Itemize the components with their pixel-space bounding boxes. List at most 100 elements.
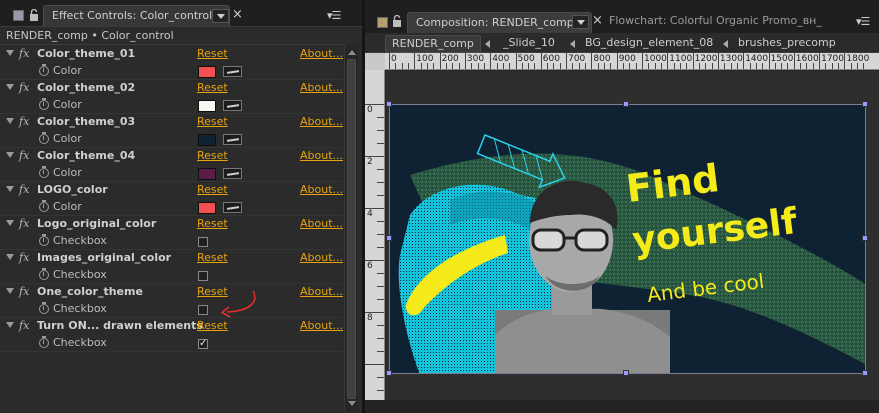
reset-link[interactable]: Reset	[197, 217, 228, 230]
stopwatch-icon[interactable]	[39, 200, 49, 212]
reset-link[interactable]: Reset	[197, 115, 228, 128]
resize-handle[interactable]	[623, 370, 629, 376]
fx-icon[interactable]: fx	[19, 115, 29, 128]
composition-frame[interactable]: Find yourself And be cool	[389, 104, 866, 374]
about-link[interactable]: About...	[300, 285, 343, 298]
about-link[interactable]: About...	[300, 319, 343, 332]
effect-row[interactable]: fx Images_original_color Reset About...	[0, 250, 343, 267]
reset-link[interactable]: Reset	[197, 149, 228, 162]
stopwatch-icon[interactable]	[39, 336, 49, 348]
tab-effect-controls[interactable]: Effect Controls: Color_control	[43, 5, 230, 26]
vertical-ruler[interactable]: 0 2 4 6 8	[365, 70, 385, 413]
color-swatch[interactable]	[198, 168, 216, 180]
effect-row[interactable]: fx LOGO_color Reset About...	[0, 182, 343, 199]
scroll-down-icon[interactable]	[348, 401, 356, 406]
expand-triangle-icon[interactable]	[6, 186, 14, 192]
close-icon[interactable]: ×	[232, 8, 243, 22]
reset-link[interactable]: Reset	[197, 81, 228, 94]
checkbox[interactable]	[198, 237, 208, 247]
fx-icon[interactable]: fx	[19, 149, 29, 162]
vertical-scrollbar[interactable]	[344, 45, 358, 411]
fx-icon[interactable]: fx	[19, 183, 29, 196]
expand-triangle-icon[interactable]	[6, 50, 14, 56]
fx-icon[interactable]: fx	[19, 217, 29, 230]
tab-composition[interactable]: Composition: RENDER_comp	[407, 12, 592, 33]
expand-triangle-icon[interactable]	[6, 84, 14, 90]
eyedropper-icon[interactable]	[223, 202, 242, 213]
checkbox[interactable]	[198, 271, 208, 281]
lock-icon[interactable]	[29, 8, 38, 21]
effect-row[interactable]: fx One_color_theme Reset About...	[0, 284, 343, 301]
panel-menu-icon[interactable]: ▾☰	[856, 16, 870, 27]
expand-triangle-icon[interactable]	[6, 254, 14, 260]
resize-handle[interactable]	[623, 101, 629, 107]
composition-dropdown-button[interactable]	[572, 15, 589, 29]
stopwatch-icon[interactable]	[39, 268, 49, 280]
eyedropper-icon[interactable]	[223, 66, 242, 77]
fx-icon[interactable]: fx	[19, 47, 29, 60]
scroll-up-icon[interactable]	[348, 50, 356, 55]
ruler-origin[interactable]	[365, 53, 385, 70]
close-icon[interactable]: ×	[592, 14, 603, 28]
comp-navigator-bar: RENDER_comp _Slide_10 BG_design_element_…	[365, 33, 879, 53]
eyedropper-icon[interactable]	[223, 100, 242, 111]
about-link[interactable]: About...	[300, 115, 343, 128]
about-link[interactable]: About...	[300, 251, 343, 264]
color-swatch[interactable]	[198, 202, 216, 214]
fx-icon[interactable]: fx	[19, 285, 29, 298]
effect-row[interactable]: fx Turn ON... drawn elements Reset About...	[0, 318, 343, 335]
nav-item-brushes-precomp[interactable]: brushes_precomp	[732, 35, 842, 53]
expand-triangle-icon[interactable]	[6, 152, 14, 158]
stopwatch-icon[interactable]	[39, 98, 49, 110]
nav-item-slide-10[interactable]: _Slide_10	[497, 35, 561, 53]
eyedropper-icon[interactable]	[223, 134, 242, 145]
color-swatch[interactable]	[198, 134, 216, 146]
expand-triangle-icon[interactable]	[6, 220, 14, 226]
fx-icon[interactable]: fx	[19, 251, 29, 264]
expand-triangle-icon[interactable]	[6, 322, 14, 328]
about-link[interactable]: About...	[300, 183, 343, 196]
tab-flowchart[interactable]: Flowchart: Colorful Organic Promo_вн_	[609, 14, 851, 27]
reset-link[interactable]: Reset	[197, 47, 228, 60]
stopwatch-icon[interactable]	[39, 302, 49, 314]
effect-row[interactable]: fx Color_theme_01 Reset About...	[0, 46, 343, 63]
panel-grip-icon[interactable]	[377, 17, 388, 28]
resize-handle[interactable]	[862, 235, 868, 241]
resize-handle[interactable]	[386, 101, 392, 107]
stopwatch-icon[interactable]	[39, 234, 49, 246]
horizontal-ruler[interactable]: 0 100 200 300 400 500 600 700 800 900 1000 1100 1200…	[385, 53, 879, 70]
resize-handle[interactable]	[862, 370, 868, 376]
checkbox[interactable]: ✓	[198, 339, 208, 349]
color-swatch[interactable]	[198, 100, 216, 112]
checkbox[interactable]	[198, 305, 208, 315]
panel-menu-icon[interactable]: ▾☰	[327, 10, 341, 21]
stopwatch-icon[interactable]	[39, 132, 49, 144]
nav-item-render-comp[interactable]: RENDER_comp	[385, 35, 481, 53]
expand-triangle-icon[interactable]	[6, 118, 14, 124]
about-link[interactable]: About...	[300, 81, 343, 94]
resize-handle[interactable]	[386, 370, 392, 376]
scrollbar-thumb[interactable]	[347, 59, 356, 399]
about-link[interactable]: About...	[300, 217, 343, 230]
resize-handle[interactable]	[862, 101, 868, 107]
resize-handle[interactable]	[386, 235, 392, 241]
eyedropper-icon[interactable]	[223, 168, 242, 179]
effect-controls-dropdown-button[interactable]	[212, 9, 229, 23]
nav-item-bg-design-element[interactable]: BG_design_element_08	[579, 35, 719, 53]
fx-icon[interactable]: fx	[19, 319, 29, 332]
effect-row[interactable]: fx Logo_original_color Reset About...	[0, 216, 343, 233]
effect-row[interactable]: fx Color_theme_03 Reset About...	[0, 114, 343, 131]
effect-row[interactable]: fx Color_theme_02 Reset About...	[0, 80, 343, 97]
expand-triangle-icon[interactable]	[6, 288, 14, 294]
reset-link[interactable]: Reset	[197, 183, 228, 196]
about-link[interactable]: About...	[300, 149, 343, 162]
lock-icon[interactable]	[392, 14, 402, 27]
about-link[interactable]: About...	[300, 47, 343, 60]
panel-grip-icon[interactable]	[13, 10, 24, 21]
stopwatch-icon[interactable]	[39, 64, 49, 76]
effect-row[interactable]: fx Color_theme_04 Reset About...	[0, 148, 343, 165]
fx-icon[interactable]: fx	[19, 81, 29, 94]
stopwatch-icon[interactable]	[39, 166, 49, 178]
reset-link[interactable]: Reset	[197, 251, 228, 264]
color-swatch[interactable]	[198, 66, 216, 78]
